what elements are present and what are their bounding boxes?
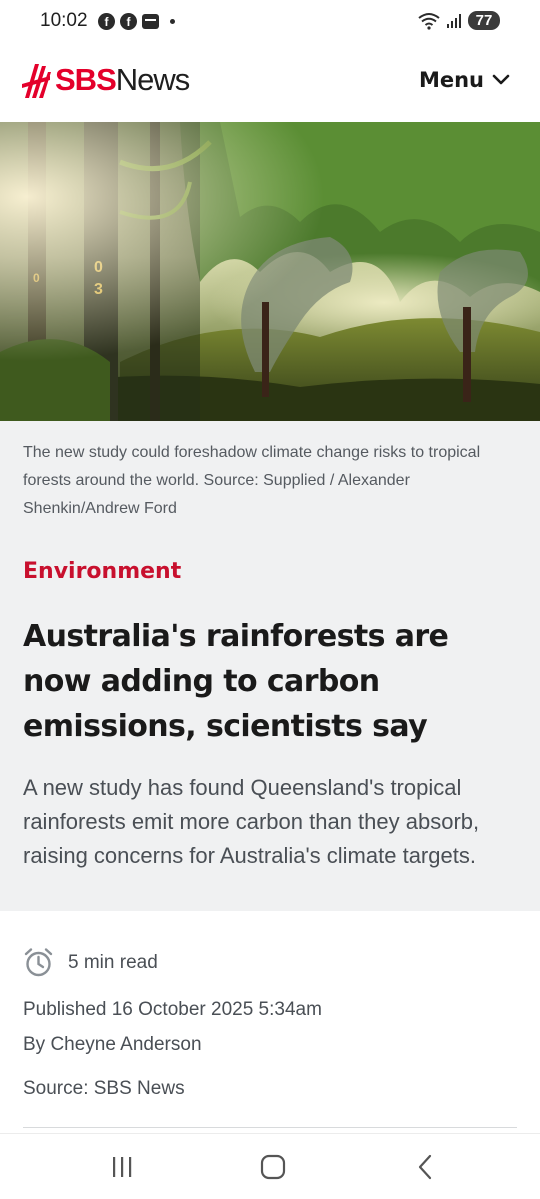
sbs-logo-mark-icon xyxy=(22,64,51,98)
published-date: Published 16 October 2025 5:34am xyxy=(23,999,322,1020)
logo-news-text: News xyxy=(115,62,191,97)
status-bar: 10:02 f f 77 xyxy=(0,0,540,46)
home-icon xyxy=(260,1154,286,1180)
home-button[interactable] xyxy=(253,1150,293,1184)
sbs-news-logo[interactable]: SBS News xyxy=(22,60,191,100)
battery-icon: 77 xyxy=(468,11,500,30)
article-header: The new study could foreshadow climate c… xyxy=(0,421,540,911)
article-meta: 5 min read Published 16 October 2025 5:3… xyxy=(0,911,540,1131)
article-hero-image: 0 3 0 xyxy=(0,122,540,421)
divider xyxy=(23,1127,517,1128)
system-icons: 77 xyxy=(418,11,500,30)
mail-icon xyxy=(142,14,159,29)
article-source: Source: SBS News xyxy=(23,1078,185,1099)
recent-apps-button[interactable] xyxy=(102,1150,142,1184)
dot-icon xyxy=(170,19,175,24)
article-standfirst: A new study has found Queensland's tropi… xyxy=(23,775,480,868)
image-caption: The new study could foreshadow climate c… xyxy=(23,444,481,517)
back-button[interactable] xyxy=(405,1150,445,1184)
facebook-icon: f xyxy=(120,13,137,30)
recent-apps-icon xyxy=(113,1157,132,1177)
category-link[interactable]: Environment xyxy=(23,559,181,584)
read-time: 5 min read xyxy=(23,947,158,978)
status-time: 10:02 xyxy=(40,10,88,31)
site-header: SBS News Menu xyxy=(0,46,540,122)
facebook-icon: f xyxy=(98,13,115,30)
read-time-label: 5 min read xyxy=(68,951,158,973)
wifi-icon xyxy=(418,12,440,30)
system-navigation-bar xyxy=(0,1133,540,1199)
back-chevron-icon xyxy=(418,1154,432,1180)
notification-icons: f f xyxy=(98,13,175,30)
signal-icon xyxy=(447,13,461,28)
article-headline: Australia's rainforests are now adding t… xyxy=(23,619,449,744)
author-byline: By Cheyne Anderson xyxy=(23,1034,202,1055)
menu-label: Menu xyxy=(418,68,484,92)
chevron-down-icon xyxy=(492,74,510,85)
menu-button[interactable]: Menu xyxy=(419,68,510,92)
alarm-clock-icon xyxy=(24,948,53,977)
logo-sbs-text: SBS xyxy=(55,62,117,97)
